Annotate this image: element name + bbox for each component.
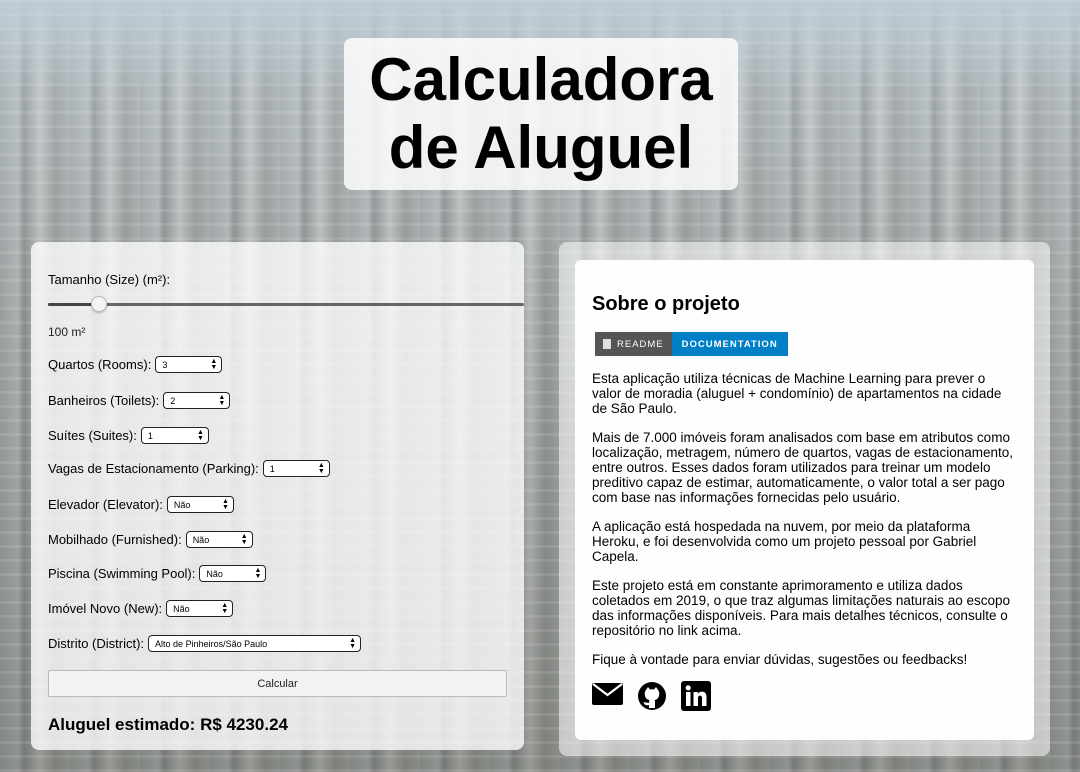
pool-select[interactable]: Não ▲ ▼ [199, 565, 267, 582]
suites-select[interactable]: 1 ▲ ▼ [140, 427, 209, 444]
page-title: Calculadora de Aluguel [369, 46, 712, 182]
field-toilets: Banheiros (Toilets): 2 ▲ ▼ [48, 392, 231, 409]
readme-badge-right: DOCUMENTATION [671, 332, 788, 356]
size-slider-thumb[interactable] [91, 296, 108, 312]
toilets-label: Banheiros (Toilets): [48, 393, 160, 408]
district-select[interactable]: Alto de Pinheiros/São Paulo ▲ ▼ [148, 635, 362, 652]
new-label: Imóvel Novo (New): [48, 601, 163, 616]
field-rooms: Quartos (Rooms): 3 ▲ ▼ [48, 356, 223, 373]
elevator-label: Elevador (Elevator): [48, 497, 163, 512]
size-slider[interactable] [48, 296, 524, 312]
readme-badge-link[interactable]: README DOCUMENTATION [595, 332, 788, 356]
select-arrows-icon: ▲ ▼ [349, 636, 357, 650]
suites-label: Suítes (Suites): [48, 428, 137, 443]
field-pool: Piscina (Swimming Pool): Não ▲ ▼ [48, 565, 267, 582]
title-line-2: de Aluguel [388, 114, 694, 181]
calculator-panel: Tamanho (Size) (m²): 100 m² Quartos (Roo… [31, 242, 524, 750]
about-paragraph: Mais de 7.000 imóveis foram analisados c… [592, 430, 1013, 505]
parking-select[interactable]: 1 ▲ ▼ [262, 460, 330, 477]
readme-badge-left: README [595, 332, 672, 356]
furnished-select-value: Não [192, 534, 210, 545]
select-arrows-icon: ▲ ▼ [254, 566, 262, 580]
furnished-label: Mobilhado (Furnished): [48, 532, 182, 547]
about-paragraph: A aplicação está hospedada na nuvem, por… [592, 519, 977, 564]
size-value-row: 100 m² [48, 325, 85, 339]
furnished-select[interactable]: Não ▲ ▼ [185, 531, 253, 548]
district-label: Distrito (District): [48, 636, 145, 651]
field-district: Distrito (District): Alto de Pinheiros/S… [48, 635, 362, 652]
toilets-select[interactable]: 2 ▲ ▼ [163, 392, 231, 409]
field-elevator: Elevador (Elevator): Não ▲ ▼ [48, 496, 234, 513]
parking-select-value: 1 [269, 463, 275, 474]
select-arrows-icon: ▲ ▼ [196, 428, 204, 442]
suites-select-value: 1 [147, 430, 153, 441]
title-box: Calculadora de Aluguel [344, 38, 738, 190]
title-line-1: Calculadora [369, 46, 713, 113]
size-label-row: Tamanho (Size) (m²): [48, 272, 174, 287]
new-select[interactable]: Não ▲ ▼ [166, 600, 234, 617]
field-parking: Vagas de Estacionamento (Parking): 1 ▲ ▼ [48, 460, 330, 477]
select-arrows-icon: ▲ ▼ [210, 357, 218, 371]
select-arrows-icon: ▲ ▼ [317, 461, 325, 475]
estimated-rent: Aluguel estimado: R$ 4230.24 [48, 715, 288, 734]
about-panel: Sobre o projeto README DOCUMENTATION Est… [575, 260, 1034, 740]
pool-label: Piscina (Swimming Pool): [48, 566, 196, 581]
field-furnished: Mobilhado (Furnished): Não ▲ ▼ [48, 531, 253, 548]
about-paragraph: Esta aplicação utiliza técnicas de Machi… [592, 371, 1002, 416]
elevator-select-value: Não [173, 499, 191, 510]
new-select-value: Não [173, 603, 190, 614]
rooms-select[interactable]: 3 ▲ ▼ [155, 356, 223, 373]
rooms-label: Quartos (Rooms): [48, 357, 152, 372]
parking-label: Vagas de Estacionamento (Parking): [48, 461, 259, 476]
toilets-select-value: 2 [170, 395, 176, 406]
github-icon[interactable] [637, 681, 667, 714]
about-paragraph: Este projeto está em constante aprimoram… [592, 578, 1010, 638]
elevator-select[interactable]: Não ▲ ▼ [166, 496, 234, 513]
select-arrows-icon: ▲ ▼ [221, 497, 229, 511]
calculate-button[interactable]: Calcular [48, 670, 507, 697]
badge-left-text: README [617, 338, 664, 350]
document-icon [603, 339, 611, 349]
size-label: Tamanho (Size) (m²): [48, 272, 171, 287]
about-paragraph: Fique à vontade para enviar dúvidas, sug… [592, 652, 968, 667]
select-arrows-icon: ▲ ▼ [240, 532, 248, 546]
rooms-select-value: 3 [162, 359, 168, 370]
email-icon[interactable] [592, 681, 623, 714]
linkedin-icon[interactable] [681, 681, 711, 714]
select-arrows-icon: ▲ ▼ [218, 393, 226, 407]
district-select-value: Alto de Pinheiros/São Paulo [155, 638, 268, 649]
select-arrows-icon: ▲ ▼ [221, 601, 229, 615]
field-new: Imóvel Novo (New): Não ▲ ▼ [48, 600, 234, 617]
about-heading: Sobre o projeto [592, 293, 740, 315]
size-value: 100 m² [48, 325, 86, 339]
pool-select-value: Não [206, 568, 223, 579]
field-suites: Suítes (Suites): 1 ▲ ▼ [48, 427, 209, 444]
contact-icons [592, 681, 1017, 714]
